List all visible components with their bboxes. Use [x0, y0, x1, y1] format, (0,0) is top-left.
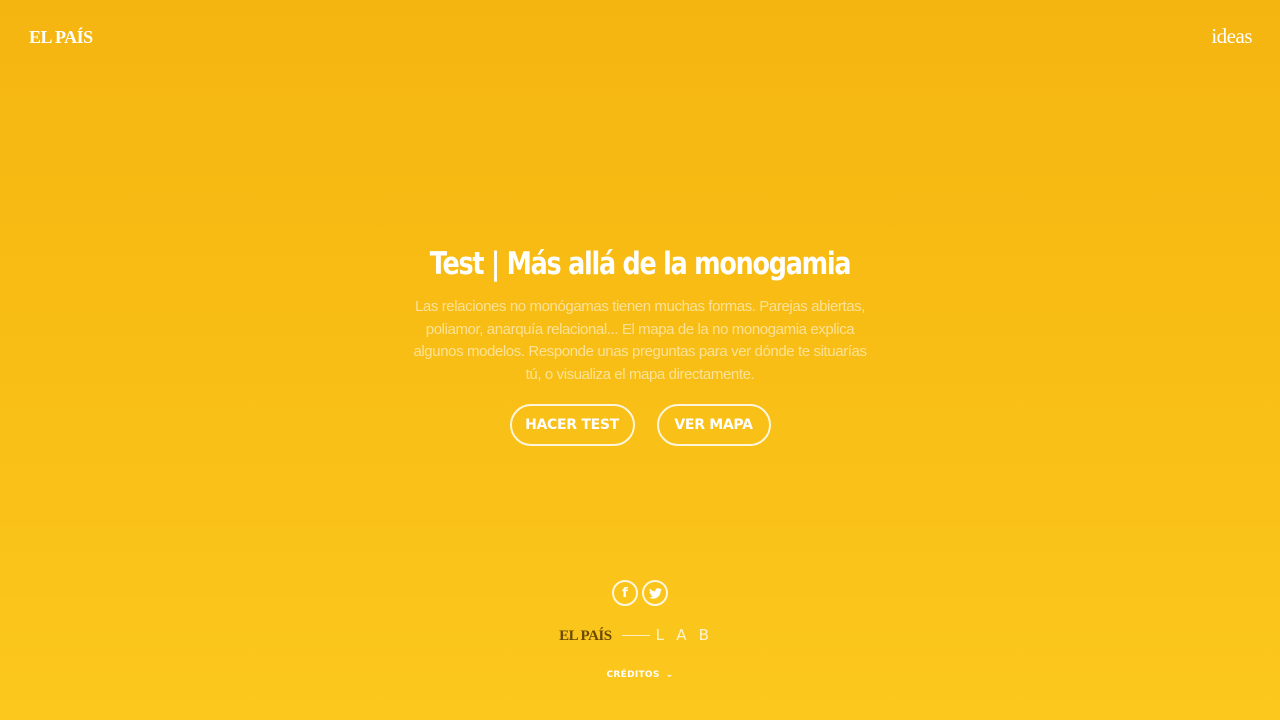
page-title: Test | Más allá de la monogamia [429, 246, 852, 282]
intro-description: Las relaciones no monógamas tienen mucha… [413, 298, 867, 383]
footer-lab-logo[interactable]: LAB [621, 626, 721, 644]
twitter-share-button[interactable] [642, 580, 668, 606]
footer-el-pais-logo[interactable]: EL PAÍS [559, 628, 612, 645]
twitter-icon [648, 587, 662, 599]
take-test-button[interactable]: HACER TEST [509, 404, 635, 446]
view-map-button[interactable]: VER MAPA [656, 404, 771, 446]
cta-buttons: HACER TEST VER MAPA [0, 404, 1280, 446]
credits-section: CRÉDITOS ⌄ [0, 670, 1280, 680]
credits-toggle[interactable]: CRÉDITOS ⌄ [606, 670, 673, 680]
el-pais-logo[interactable]: EL PAÍS [29, 27, 93, 48]
lab-label: LAB [655, 626, 721, 644]
footer-brand: EL PAÍS LAB [0, 626, 1280, 645]
chevron-down-icon: ⌄ [665, 670, 674, 680]
facebook-icon: f [622, 585, 628, 601]
ideas-logo[interactable]: ideas [1211, 24, 1252, 49]
social-share: f [0, 580, 1280, 606]
divider [621, 635, 650, 636]
facebook-share-button[interactable]: f [612, 580, 638, 606]
credits-label: CRÉDITOS [606, 670, 660, 680]
hero-section: Test | Más allá de la monogamia Las rela… [0, 244, 1280, 446]
